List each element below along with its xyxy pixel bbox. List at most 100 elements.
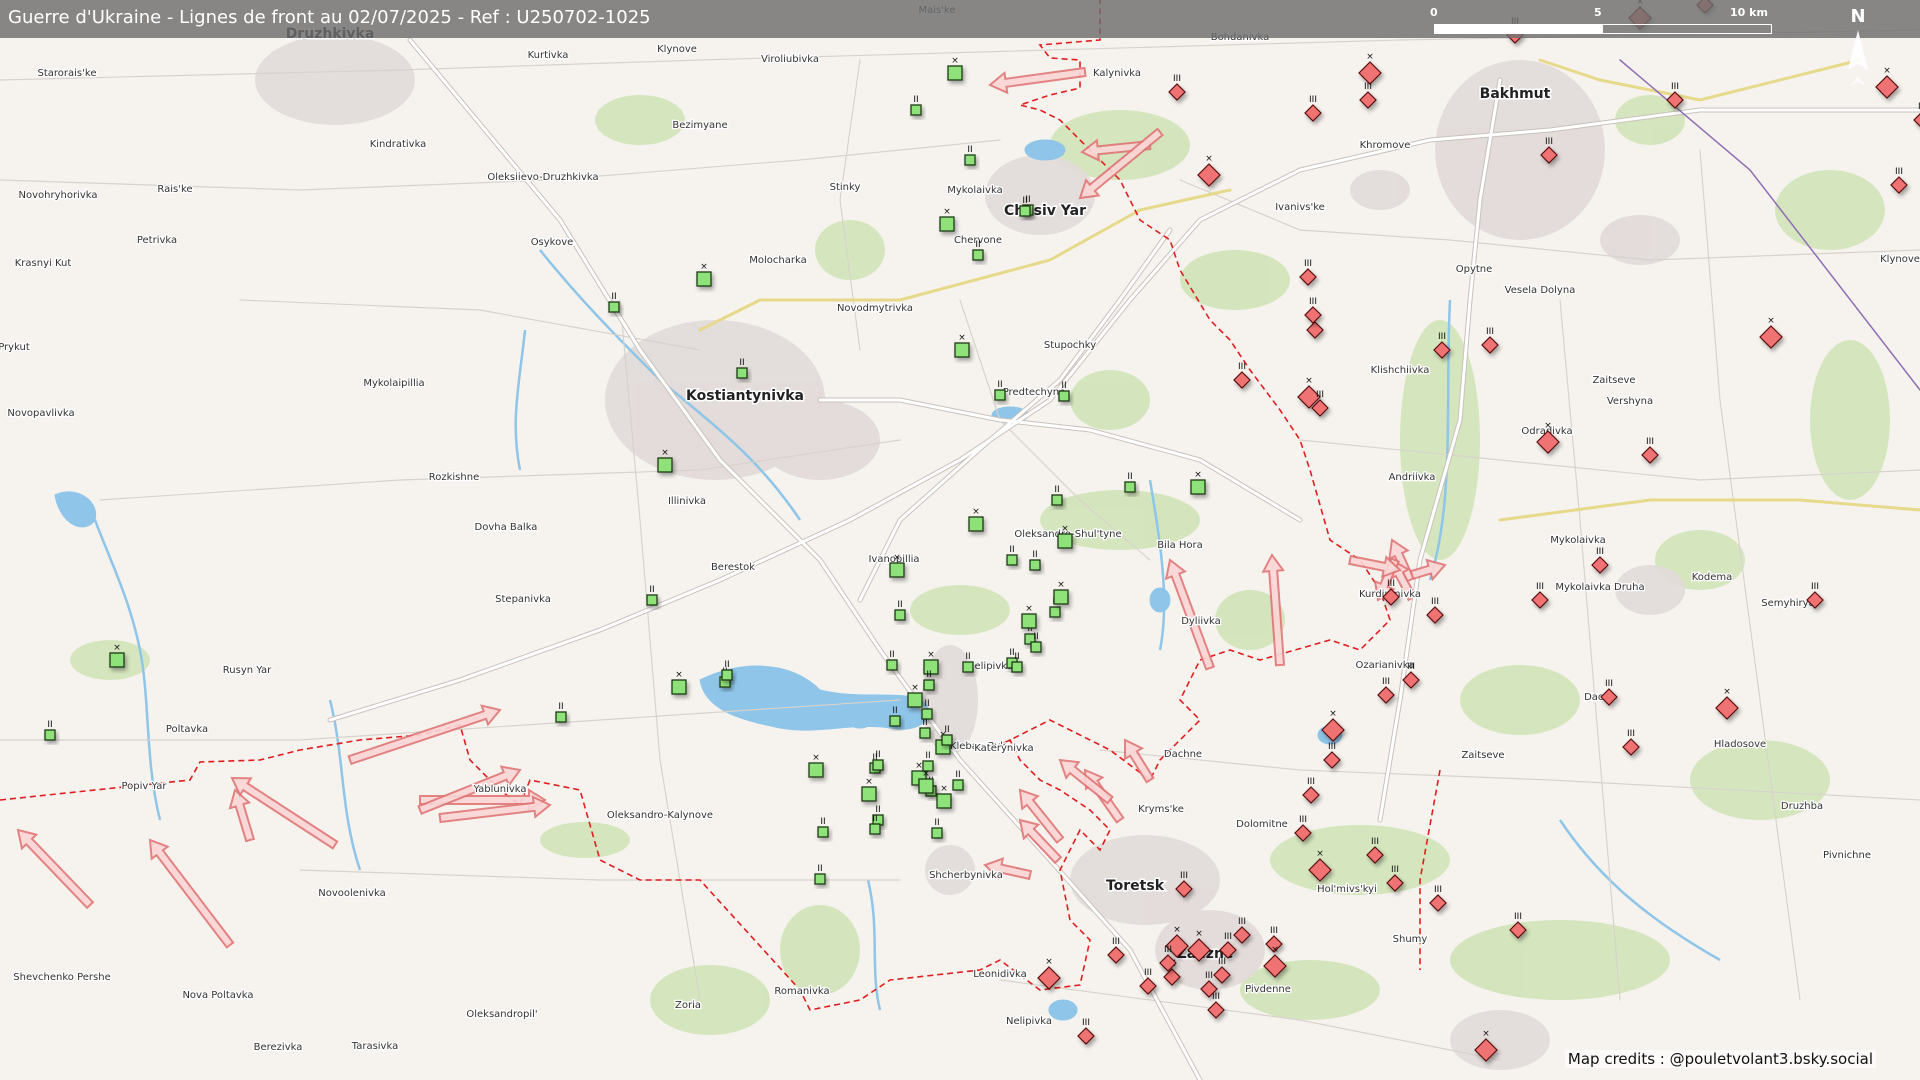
ukrainian-unit-marker[interactable] <box>608 301 620 313</box>
town-label: Novodmytrivka <box>837 303 913 314</box>
town-label: Kurtivka <box>528 50 569 61</box>
town-label: Khromove <box>1360 140 1411 151</box>
unit-echelon-icon: III <box>1082 1018 1090 1028</box>
ukrainian-unit-marker[interactable] <box>918 778 934 794</box>
ukrainian-unit-marker[interactable] <box>889 715 901 727</box>
ukrainian-unit-marker[interactable] <box>936 793 952 809</box>
town-label: Stepanivka <box>495 594 551 605</box>
ukrainian-unit-marker[interactable] <box>910 104 922 116</box>
town-label: Leonidivka <box>973 969 1027 980</box>
scale-label-10: 10 km <box>1730 6 1768 19</box>
ukrainian-unit-marker[interactable] <box>1124 481 1136 493</box>
ukrainian-unit-marker[interactable] <box>907 692 923 708</box>
scale-label-0: 0 <box>1430 6 1438 19</box>
map-canvas[interactable]: Kostiantynivka Chasiv Yar Bakhmut Toretsk Za… <box>0 0 1920 1080</box>
unit-echelon-icon: III <box>1307 777 1315 787</box>
ukrainian-unit-marker[interactable] <box>646 594 658 606</box>
ukrainian-unit-marker[interactable] <box>1058 390 1070 402</box>
unit-echelon-icon: II <box>739 358 744 368</box>
unit-echelon-icon: III <box>1205 971 1213 981</box>
unit-echelon-icon: II <box>649 585 654 595</box>
scale-track <box>1434 24 1772 34</box>
unit-echelon-icon: III <box>1407 662 1415 672</box>
ukrainian-unit-marker[interactable] <box>947 65 963 81</box>
ukrainian-unit-marker[interactable] <box>1053 589 1069 605</box>
unit-echelon-icon: × <box>1723 687 1731 697</box>
ukrainian-unit-marker[interactable] <box>889 562 905 578</box>
ukrainian-unit-marker[interactable] <box>1190 479 1206 495</box>
unit-echelon-icon: II <box>975 240 980 250</box>
unit-echelon-icon: II <box>558 702 563 712</box>
ukrainian-unit-marker[interactable] <box>886 659 898 671</box>
ukrainian-unit-marker[interactable] <box>861 786 877 802</box>
unit-echelon-icon: × <box>113 643 121 653</box>
town-label: Zaitseve <box>1592 375 1635 386</box>
town-label: Novoolenivka <box>318 888 385 899</box>
unit-echelon-icon: × <box>1366 52 1374 62</box>
ukrainian-unit-marker[interactable] <box>919 727 931 739</box>
ukrainian-unit-marker[interactable] <box>869 823 881 835</box>
ukrainian-unit-marker[interactable] <box>1049 606 1061 618</box>
ukrainian-unit-marker[interactable] <box>964 154 976 166</box>
town-label: Katerynivka <box>974 743 1033 754</box>
town-label: Dyliivka <box>1181 616 1221 627</box>
scale-fill <box>1435 25 1603 33</box>
unit-echelon-icon: × <box>1195 929 1203 939</box>
town-label: Bezimyane <box>672 120 727 131</box>
town-label: Molocharka <box>749 255 806 266</box>
unit-echelon-icon: × <box>893 553 901 563</box>
town-label: Yablunivka <box>472 784 526 795</box>
unit-echelon-icon: III <box>1224 932 1232 942</box>
city-label: Bakhmut <box>1480 86 1551 102</box>
town-label: Petrivka <box>137 235 177 246</box>
ukrainian-unit-marker[interactable] <box>814 873 826 885</box>
ukrainian-unit-marker[interactable] <box>1006 554 1018 566</box>
unit-echelon-icon: II <box>1033 632 1038 642</box>
ukrainian-unit-marker[interactable] <box>721 669 733 681</box>
ukrainian-unit-marker[interactable] <box>962 661 974 673</box>
town-label: Berezivka <box>254 1042 303 1053</box>
ukrainian-unit-marker[interactable] <box>954 342 970 358</box>
ukrainian-unit-marker[interactable] <box>44 729 56 741</box>
ukrainian-unit-marker[interactable] <box>894 609 906 621</box>
ukrainian-unit-marker[interactable] <box>1021 613 1037 629</box>
ukrainian-unit-marker[interactable] <box>109 652 125 668</box>
town-label: Shevchenko Pershe <box>13 972 110 983</box>
ukrainian-unit-marker[interactable] <box>657 457 673 473</box>
ukrainian-unit-marker[interactable] <box>1057 533 1073 549</box>
ukrainian-unit-marker[interactable] <box>941 734 953 746</box>
unit-echelon-icon: II <box>955 770 960 780</box>
town-label: Oleksandropil' <box>466 1009 537 1020</box>
unit-echelon-icon: × <box>1767 316 1775 326</box>
unit-echelon-icon: III <box>1309 95 1317 105</box>
ukrainian-unit-marker[interactable] <box>968 516 984 532</box>
ukrainian-unit-marker[interactable] <box>1051 494 1063 506</box>
ukrainian-unit-marker[interactable] <box>931 827 943 839</box>
unit-echelon-icon: III <box>1627 729 1635 739</box>
ukrainian-unit-marker[interactable] <box>972 249 984 261</box>
ukrainian-unit-marker[interactable] <box>736 367 748 379</box>
ukrainian-unit-marker[interactable] <box>1019 205 1031 217</box>
ukrainian-unit-marker[interactable] <box>952 779 964 791</box>
ukrainian-unit-marker[interactable] <box>872 759 884 771</box>
ukrainian-unit-marker[interactable] <box>939 216 955 232</box>
unit-echelon-icon: × <box>1544 421 1552 431</box>
unit-echelon-icon: × <box>943 207 951 217</box>
ukrainian-unit-marker[interactable] <box>1011 661 1023 673</box>
ukrainian-unit-marker[interactable] <box>1029 559 1041 571</box>
ukrainian-unit-marker[interactable] <box>808 762 824 778</box>
ukrainian-unit-marker[interactable] <box>555 711 567 723</box>
ukrainian-unit-marker[interactable] <box>671 679 687 695</box>
unit-echelon-icon: II <box>47 720 52 730</box>
ukrainian-unit-marker[interactable] <box>923 679 935 691</box>
unit-echelon-icon: × <box>1194 470 1202 480</box>
ukrainian-unit-marker[interactable] <box>696 271 712 287</box>
map-background <box>0 0 1920 1080</box>
town-label: Romanivka <box>774 986 829 997</box>
ukrainian-unit-marker[interactable] <box>1030 641 1042 653</box>
city-label: Toretsk <box>1106 878 1165 894</box>
ukrainian-unit-marker[interactable] <box>994 389 1006 401</box>
ukrainian-unit-marker[interactable] <box>817 826 829 838</box>
unit-echelon-icon: × <box>675 670 683 680</box>
town-label: Nova Poltavka <box>182 990 253 1001</box>
